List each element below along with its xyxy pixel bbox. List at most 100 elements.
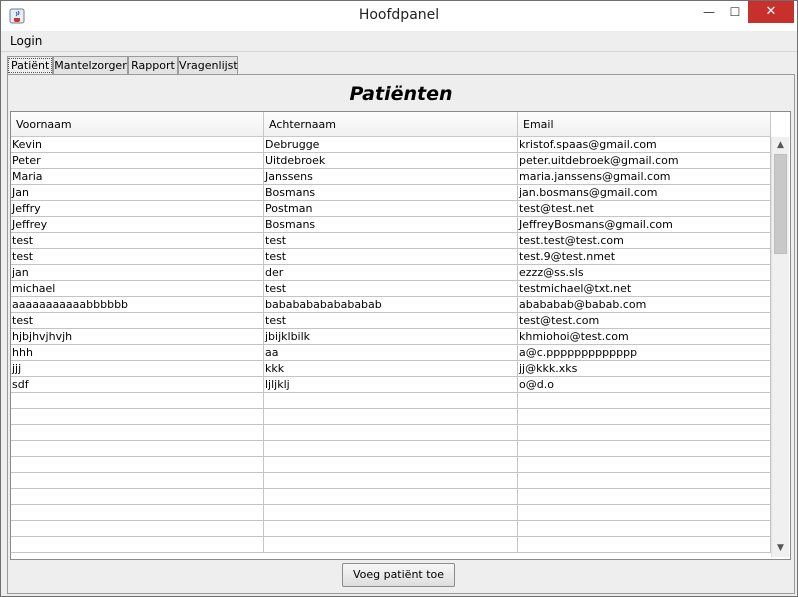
cell-achternaam[interactable] [264, 441, 518, 457]
cell-voornaam[interactable]: jjj [11, 361, 264, 377]
maximize-button[interactable]: ☐ [722, 1, 748, 23]
cell-voornaam[interactable]: hhh [11, 345, 264, 361]
cell-achternaam[interactable]: babababababababab [264, 297, 518, 313]
scroll-up-arrow-icon[interactable]: ▲ [772, 137, 789, 154]
empty-table-row[interactable] [11, 409, 771, 425]
cell-voornaam[interactable]: hjbjhvjhvjh [11, 329, 264, 345]
cell-email[interactable]: kristof.spaas@gmail.com [518, 137, 771, 153]
table-row[interactable]: sdf ljljklj o@d.o [11, 377, 771, 393]
cell-voornaam[interactable]: aaaaaaaaaaabbbbbb [11, 297, 264, 313]
table-row[interactable]: test test test.9@test.nmet [11, 249, 771, 265]
cell-voornaam[interactable]: michael [11, 281, 264, 297]
cell-email[interactable]: khmiohoi@test.com [518, 329, 771, 345]
cell-voornaam[interactable]: Kevin [11, 137, 264, 153]
cell-voornaam[interactable] [11, 537, 264, 553]
cell-voornaam[interactable] [11, 409, 264, 425]
table-row[interactable]: michael test testmichael@txt.net [11, 281, 771, 297]
empty-table-row[interactable] [11, 457, 771, 473]
cell-achternaam[interactable] [264, 505, 518, 521]
cell-voornaam[interactable]: Jeffry [11, 201, 264, 217]
table-row[interactable]: jan der ezzz@ss.sls [11, 265, 771, 281]
cell-email[interactable]: JeffreyBosmans@gmail.com [518, 217, 771, 233]
cell-voornaam[interactable] [11, 489, 264, 505]
cell-email[interactable]: jj@kkk.xks [518, 361, 771, 377]
vertical-scrollbar[interactable]: ▲ ▼ [771, 137, 789, 557]
cell-voornaam[interactable] [11, 393, 264, 409]
cell-email[interactable]: o@d.o [518, 377, 771, 393]
cell-voornaam[interactable] [11, 521, 264, 537]
cell-achternaam[interactable]: Debrugge [264, 137, 518, 153]
cell-achternaam[interactable] [264, 457, 518, 473]
cell-achternaam[interactable]: test [264, 313, 518, 329]
cell-email[interactable]: ezzz@ss.sls [518, 265, 771, 281]
cell-achternaam[interactable]: ljljklj [264, 377, 518, 393]
cell-voornaam[interactable] [11, 457, 264, 473]
cell-email[interactable]: test@test.net [518, 201, 771, 217]
menu-login[interactable]: Login [5, 31, 47, 51]
cell-achternaam[interactable]: jbijklbilk [264, 329, 518, 345]
cell-email[interactable] [518, 393, 771, 409]
cell-email[interactable] [518, 425, 771, 441]
cell-voornaam[interactable]: test [11, 233, 264, 249]
table-row[interactable]: Maria Janssens maria.janssens@gmail.com [11, 169, 771, 185]
minimize-button[interactable]: — [696, 1, 722, 23]
cell-email[interactable] [518, 521, 771, 537]
cell-voornaam[interactable] [11, 473, 264, 489]
cell-voornaam[interactable]: jan [11, 265, 264, 281]
scroll-down-arrow-icon[interactable]: ▼ [772, 540, 789, 557]
cell-achternaam[interactable]: Bosmans [264, 185, 518, 201]
cell-email[interactable]: test.test@test.com [518, 233, 771, 249]
tab-patient[interactable]: Patiënt [7, 56, 53, 75]
cell-email[interactable]: maria.janssens@gmail.com [518, 169, 771, 185]
tab-rapport[interactable]: Rapport [128, 56, 178, 74]
cell-achternaam[interactable] [264, 425, 518, 441]
tab-vragenlijst[interactable]: Vragenlijst [178, 56, 238, 74]
scrollbar-thumb[interactable] [774, 154, 787, 254]
column-header-voornaam[interactable]: Voornaam [11, 112, 264, 136]
tab-mantelzorger[interactable]: Mantelzorger [53, 56, 128, 74]
empty-table-row[interactable] [11, 537, 771, 553]
cell-achternaam[interactable] [264, 473, 518, 489]
cell-email[interactable] [518, 457, 771, 473]
table-row[interactable]: test test test.test@test.com [11, 233, 771, 249]
cell-voornaam[interactable]: test [11, 313, 264, 329]
cell-email[interactable]: a@c.ppppppppppppp [518, 345, 771, 361]
cell-achternaam[interactable] [264, 521, 518, 537]
cell-email[interactable] [518, 441, 771, 457]
table-row[interactable]: aaaaaaaaaaabbbbbb babababababababab ababab… [11, 297, 771, 313]
cell-voornaam[interactable] [11, 505, 264, 521]
table-row[interactable]: hhh aa a@c.ppppppppppppp [11, 345, 771, 361]
cell-email[interactable]: test@test.com [518, 313, 771, 329]
table-row[interactable]: Jeffrey Bosmans JeffreyBosmans@gmail.com [11, 217, 771, 233]
table-row[interactable]: test test test@test.com [11, 313, 771, 329]
cell-achternaam[interactable]: Bosmans [264, 217, 518, 233]
table-row[interactable]: Jeffry Postman test@test.net [11, 201, 771, 217]
table-row[interactable]: jjj kkk jj@kkk.xks [11, 361, 771, 377]
cell-email[interactable]: peter.uitdebroek@gmail.com [518, 153, 771, 169]
table-row[interactable]: hjbjhvjhvjh jbijklbilk khmiohoi@test.com [11, 329, 771, 345]
cell-voornaam[interactable] [11, 425, 264, 441]
cell-email[interactable] [518, 409, 771, 425]
empty-table-row[interactable] [11, 473, 771, 489]
empty-table-row[interactable] [11, 489, 771, 505]
empty-table-row[interactable] [11, 425, 771, 441]
cell-email[interactable]: abababab@babab.com [518, 297, 771, 313]
cell-email[interactable] [518, 505, 771, 521]
add-patient-button[interactable]: Voeg patiënt toe [342, 563, 455, 587]
table-row[interactable]: Peter Uitdebroek peter.uitdebroek@gmail.co… [11, 153, 771, 169]
cell-email[interactable] [518, 537, 771, 553]
empty-table-row[interactable] [11, 441, 771, 457]
empty-table-row[interactable] [11, 505, 771, 521]
cell-voornaam[interactable]: Peter [11, 153, 264, 169]
cell-voornaam[interactable]: test [11, 249, 264, 265]
cell-achternaam[interactable] [264, 409, 518, 425]
cell-email[interactable]: testmichael@txt.net [518, 281, 771, 297]
cell-voornaam[interactable]: Jeffrey [11, 217, 264, 233]
cell-achternaam[interactable] [264, 393, 518, 409]
cell-email[interactable] [518, 473, 771, 489]
table-row[interactable]: Jan Bosmans jan.bosmans@gmail.com [11, 185, 771, 201]
empty-table-row[interactable] [11, 521, 771, 537]
cell-voornaam[interactable] [11, 441, 264, 457]
cell-achternaam[interactable]: Postman [264, 201, 518, 217]
column-header-achternaam[interactable]: Achternaam [264, 112, 518, 136]
